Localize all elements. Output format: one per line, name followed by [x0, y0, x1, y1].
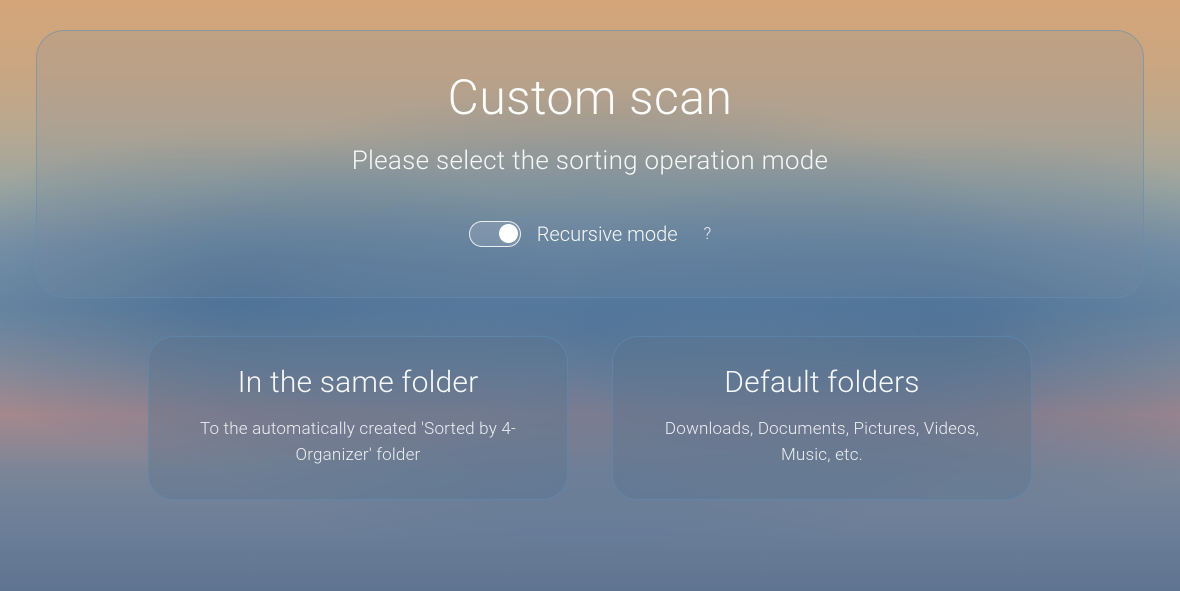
page-subtitle: Please select the sorting operation mode: [352, 146, 829, 176]
option-title: Default folders: [724, 365, 919, 400]
recursive-mode-label: Recursive mode: [537, 222, 678, 246]
option-default-folders[interactable]: Default folders Downloads, Documents, Pi…: [612, 336, 1032, 500]
option-description: Downloads, Documents, Pictures, Videos, …: [643, 416, 1001, 469]
help-icon[interactable]: ?: [704, 224, 712, 244]
options-row: In the same folder To the automatically …: [148, 336, 1032, 500]
recursive-mode-toggle[interactable]: [469, 221, 521, 247]
custom-scan-panel: Custom scan Please select the sorting op…: [36, 30, 1144, 298]
recursive-mode-row: Recursive mode ?: [469, 221, 712, 247]
option-title: In the same folder: [238, 365, 479, 400]
option-same-folder[interactable]: In the same folder To the automatically …: [148, 336, 568, 500]
page-title: Custom scan: [448, 69, 733, 126]
toggle-knob-icon: [499, 224, 518, 243]
option-description: To the automatically created 'Sorted by …: [179, 416, 537, 469]
